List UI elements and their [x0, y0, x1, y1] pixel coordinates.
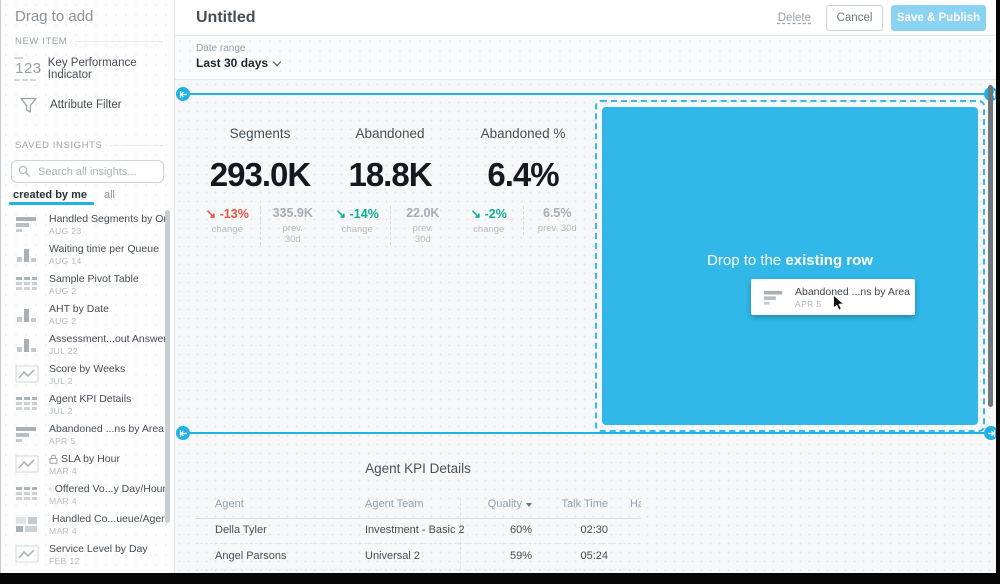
- add-row-right-bottom-icon[interactable]: [984, 426, 996, 440]
- kpi-change: ↘ -2%: [459, 206, 519, 221]
- saved-insights-heading: SAVED INSIGHTS: [15, 140, 163, 151]
- pivot-table-icon: [15, 275, 39, 293]
- active-tab-underline: [9, 202, 94, 205]
- kpi-widget-abandoned[interactable]: Abandoned 18.8K ↘ -14% change 22.0K prev…: [325, 116, 455, 245]
- column-header-talk-time[interactable]: Talk Time: [545, 498, 608, 510]
- kpi-value: 293.0K: [195, 156, 325, 194]
- list-item[interactable]: SLA by HourMAR 4: [1, 453, 166, 483]
- bar-chart-horizontal-icon: [15, 425, 39, 443]
- lock-icon: [49, 454, 58, 464]
- tab-created-by-me[interactable]: created by me: [13, 189, 87, 201]
- page-title: Untitled: [196, 9, 256, 27]
- pivot-table-icon: [15, 395, 39, 413]
- add-row-left-top-icon[interactable]: [176, 87, 190, 101]
- list-item[interactable]: AHT by DateAUG 2: [1, 303, 166, 333]
- screen-edge-right: [996, 0, 1000, 584]
- list-item[interactable]: Handled Segments by OutcoAUG 23: [1, 213, 166, 243]
- kpi-title: Abandoned: [325, 116, 455, 152]
- chevron-down-icon: [273, 57, 281, 65]
- kpi-value: 6.4%: [455, 156, 591, 194]
- dragged-card-date: APR 5: [795, 299, 910, 309]
- table-row: Della Tyler Investment - Basic 2 60% 02:…: [195, 518, 641, 544]
- kpi-widget-segments[interactable]: Segments 293.0K ↘ -13% change 335.9K pre…: [195, 116, 325, 245]
- kpi-drag-item[interactable]: 123 Key Performance Indicator: [1, 52, 171, 86]
- agent-kpi-table-widget[interactable]: Agent KPI Details Agent Agent Team Quali…: [195, 455, 641, 584]
- row-separator-bottom: [189, 432, 985, 434]
- list-item[interactable]: Handled Co...ueue/AgentMAR 4: [1, 513, 166, 543]
- drop-zone[interactable]: Drop to the existing row Abandoned ...ns…: [595, 100, 985, 432]
- dashboard-header: Untitled Delete Cancel Save & Publish: [175, 0, 996, 36]
- sort-desc-icon: [526, 503, 532, 507]
- table-title: Agent KPI Details: [195, 461, 641, 476]
- line-chart-icon: [15, 455, 39, 473]
- bar-chart-horizontal-icon: [15, 215, 39, 233]
- trend-down-arrow-icon: ↘: [206, 207, 216, 221]
- date-range-value: Last 30 days: [196, 56, 268, 70]
- kpi-widget-abandoned-pct[interactable]: Abandoned % 6.4% ↘ -2% change 6.5% prev.…: [455, 116, 591, 235]
- list-item[interactable]: Agent KPI DetailsJUL 2: [1, 393, 166, 423]
- list-item[interactable]: Offered Vo...y Day/HourMAR 4: [1, 483, 166, 513]
- mouse-cursor-icon: [832, 294, 845, 312]
- kpi-prev-value: 6.5%: [528, 206, 588, 220]
- row-separator-top: [189, 93, 985, 95]
- cancel-button[interactable]: Cancel: [826, 5, 883, 31]
- list-item[interactable]: Waiting time per QueueAUG 14: [1, 243, 166, 273]
- drop-zone-message: Drop to the existing row: [602, 252, 978, 269]
- funnel-icon: [16, 96, 40, 115]
- kpi-123-icon: 123: [13, 57, 44, 81]
- drop-zone-highlight: Drop to the existing row Abandoned ...ns…: [602, 107, 978, 425]
- filter-bar: Date range Last 30 days: [175, 36, 996, 80]
- list-item[interactable]: Assessment...out AnswerJUL 22: [1, 333, 166, 363]
- new-item-heading: NEW ITEM: [15, 36, 163, 47]
- trend-down-arrow-icon: ↘: [336, 207, 346, 221]
- kpi-value: 18.8K: [325, 156, 455, 194]
- kpi-change: ↘ -13%: [199, 206, 256, 221]
- trend-down-arrow-icon: ↘: [471, 207, 481, 221]
- kpi-change: ↘ -14%: [329, 206, 386, 221]
- search-input[interactable]: [11, 160, 164, 183]
- kpi-title: Abandoned %: [455, 116, 591, 152]
- save-publish-button[interactable]: Save & Publish: [891, 5, 986, 31]
- column-header-agent[interactable]: Agent: [215, 498, 244, 510]
- kpi-prev-value: 335.9K: [265, 206, 322, 220]
- column-chart-icon: [15, 245, 39, 263]
- date-range-dropdown[interactable]: Last 30 days: [196, 56, 996, 70]
- drag-to-add-sidebar: Drag to add NEW ITEM 123 Key Performance…: [0, 0, 175, 584]
- line-chart-icon: [15, 365, 39, 383]
- kpi-title: Segments: [195, 116, 325, 152]
- attribute-filter-label: Attribute Filter: [50, 99, 122, 111]
- sidebar-scrollbar[interactable]: [165, 210, 170, 523]
- column-header-quality[interactable]: Quality: [445, 498, 532, 510]
- dragged-card-title: Abandoned ...ns by Area: [795, 286, 910, 298]
- column-header-handle[interactable]: Ha: [630, 498, 641, 510]
- lock-icon: [49, 484, 52, 494]
- column-chart-icon: [15, 305, 39, 323]
- tab-all[interactable]: all: [104, 189, 115, 201]
- search-icon: [18, 165, 31, 178]
- add-row-left-bottom-icon[interactable]: [176, 426, 190, 440]
- list-item[interactable]: Service Level by DayFEB 12: [1, 543, 166, 573]
- line-chart-icon: [15, 545, 39, 563]
- kpi-prev-value: 22.0K: [395, 206, 452, 220]
- date-range-label: Date range: [196, 43, 996, 54]
- bar-chart-horizontal-icon: [763, 289, 785, 306]
- list-item[interactable]: Score by WeeksJUL 2: [1, 363, 166, 393]
- sidebar-title: Drag to add: [15, 8, 93, 25]
- main-scrollbar[interactable]: [988, 85, 993, 407]
- column-header-agent-team[interactable]: Agent Team: [365, 498, 424, 510]
- screen-edge-bottom: [0, 573, 1000, 584]
- dashboard-canvas: Segments 293.0K ↘ -13% change 335.9K pre…: [175, 80, 996, 584]
- attribute-filter-drag-item[interactable]: Attribute Filter: [1, 90, 171, 120]
- insight-list: Handled Segments by OutcoAUG 23 Waiting …: [1, 213, 166, 573]
- heatmap-icon: [15, 515, 39, 533]
- column-chart-icon: [15, 335, 39, 353]
- kpi-item-label: Key Performance Indicator: [48, 57, 171, 81]
- table-row: Angel Parsons Universal 2 59% 05:24: [195, 544, 641, 570]
- delete-button[interactable]: Delete: [778, 12, 811, 24]
- list-item[interactable]: Sample Pivot TableAUG 2: [1, 273, 166, 303]
- list-item[interactable]: Abandoned ...ns by AreaAPR 5: [1, 423, 166, 453]
- pivot-table-icon: [15, 485, 39, 503]
